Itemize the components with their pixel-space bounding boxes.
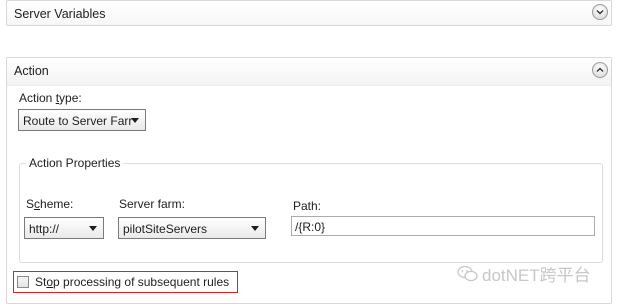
wechat-icon [457,265,478,281]
watermark: dotNET跨平台 [457,261,591,286]
stop-processing-highlight: Stop processing of subsequent rules [13,271,238,293]
scheme-value: http:// [29,222,60,236]
action-type-value: Route to Server Farr [23,114,133,128]
path-input[interactable]: /{R:0} [291,216,595,236]
action-panel-header: Action [7,58,611,86]
dropdown-arrow-icon [89,226,97,231]
scheme-label: Scheme: [26,197,74,211]
action-type-select[interactable]: Route to Server Farr [18,109,146,131]
watermark-text: dotNET跨平台 [482,266,591,285]
path-value: /{R:0} [295,220,326,234]
stop-processing-label[interactable]: Stop processing of subsequent rules [35,275,229,289]
path-label: Path: [293,199,322,213]
chevron-up-icon [596,67,604,72]
dropdown-arrow-icon [131,118,139,123]
server-farm-select[interactable]: pilotSiteServers [118,217,266,239]
server-variables-title: Server Variables [14,7,106,21]
action-type-label: Action type: [19,91,82,105]
expand-server-variables-button[interactable] [592,4,608,20]
server-variables-panel: Server Variables [6,0,612,26]
chevron-down-icon [596,10,604,15]
action-properties-legend: Action Properties [26,156,124,170]
stop-processing-checkbox[interactable] [17,276,29,288]
action-properties-group: Action Properties [19,156,603,263]
collapse-action-button[interactable] [592,62,608,78]
scheme-select[interactable]: http:// [24,217,104,239]
server-farm-value: pilotSiteServers [123,222,208,236]
action-title: Action [14,64,49,78]
server-farm-label: Server farm: [119,197,186,211]
dropdown-arrow-icon [251,226,259,231]
